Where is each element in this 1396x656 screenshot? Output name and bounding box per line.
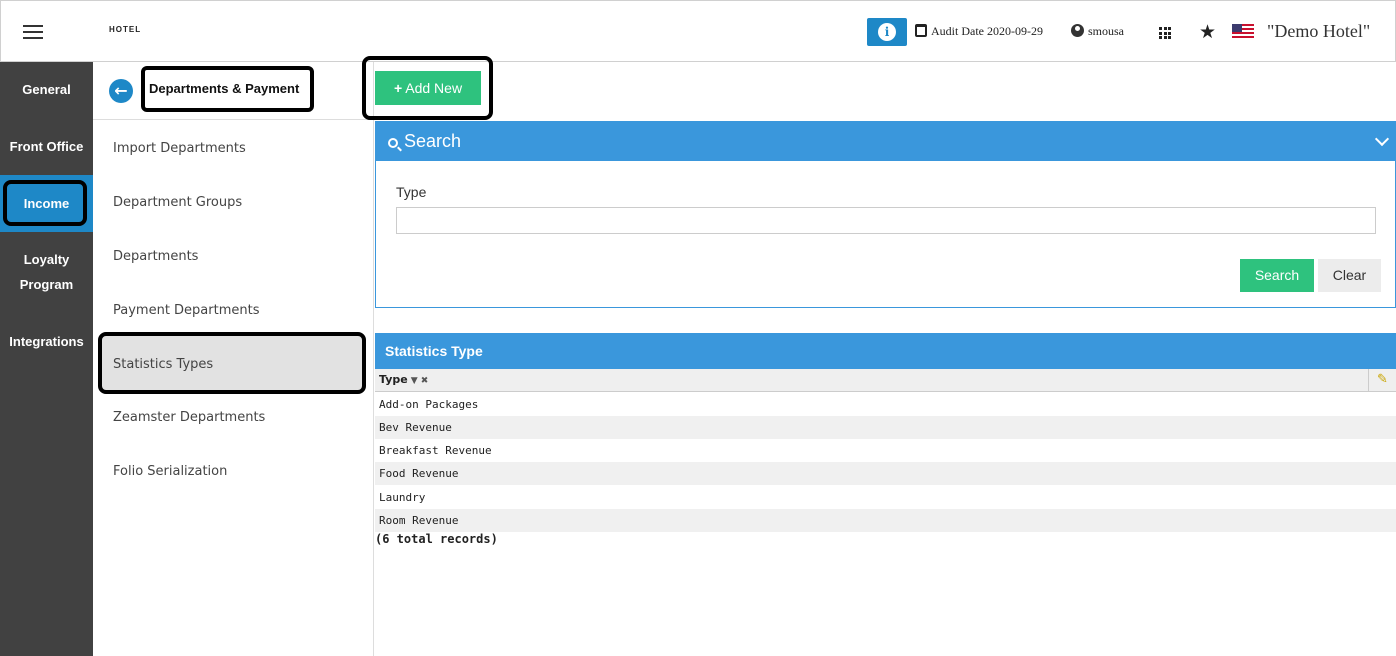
info-icon: i: [878, 23, 896, 41]
hotel-name[interactable]: "Demo Hotel": [1267, 21, 1370, 42]
submenu-panel: ← Departments & Payment Import Departmen…: [93, 62, 374, 656]
top-bar: HOTEL i Audit Date 2020-09-29 smousa ★ "…: [0, 0, 1396, 62]
submenu-item-import-departments[interactable]: Import Departments: [113, 141, 246, 156]
main-sidebar: General Front Office Income Loyalty Prog…: [0, 62, 93, 656]
favorites-star-icon[interactable]: ★: [1199, 21, 1216, 43]
submenu-item-department-groups[interactable]: Department Groups: [113, 195, 242, 210]
add-new-label: Add New: [405, 80, 463, 96]
user-menu[interactable]: smousa: [1071, 24, 1124, 39]
submenu-item-folio-serialization[interactable]: Folio Serialization: [113, 464, 227, 479]
table-row[interactable]: Bev Revenue: [375, 416, 1396, 439]
sidebar-item-general[interactable]: General: [0, 77, 93, 102]
submenu-item-statistics-types[interactable]: Statistics Types: [113, 357, 213, 372]
clear-button[interactable]: Clear: [1318, 259, 1381, 292]
submenu-title: Departments & Payment: [149, 81, 300, 96]
total-records: (6 total records): [375, 532, 498, 546]
table-row[interactable]: Food Revenue: [375, 462, 1396, 485]
apps-grid-icon[interactable]: [1159, 27, 1171, 39]
sort-filter-icon[interactable]: ▼ ✖: [411, 376, 429, 386]
edit-pencil-icon[interactable]: ✎: [1368, 369, 1396, 391]
sidebar-item-front-office[interactable]: Front Office: [0, 134, 93, 159]
us-flag-icon[interactable]: [1232, 24, 1254, 39]
table-row[interactable]: Laundry: [375, 486, 1396, 509]
submenu-item-payment-departments[interactable]: Payment Departments: [113, 303, 260, 318]
search-panel-header[interactable]: Search: [376, 122, 1396, 161]
info-button[interactable]: i: [867, 18, 907, 46]
username-label: smousa: [1088, 24, 1124, 38]
audit-date-label: Audit Date 2020-09-29: [931, 24, 1043, 38]
calendar-icon: [915, 24, 927, 37]
table-row[interactable]: Room Revenue: [375, 509, 1396, 532]
table-row[interactable]: Add-on Packages: [375, 393, 1396, 416]
plus-icon: +: [393, 80, 403, 96]
search-panel: Search Type Search Clear: [375, 121, 1396, 308]
statistics-type-header: Statistics Type: [375, 333, 1396, 369]
sidebar-item-integrations[interactable]: Integrations: [0, 329, 93, 354]
type-column-header[interactable]: Type ▼ ✖ ✎: [375, 369, 1396, 392]
audit-date: Audit Date 2020-09-29: [915, 24, 1043, 39]
back-arrow-icon[interactable]: ←: [109, 79, 133, 103]
hamburger-menu-icon[interactable]: [23, 25, 43, 41]
user-icon: [1071, 24, 1084, 37]
hotel-logo: HOTEL: [109, 25, 142, 34]
search-icon: [388, 138, 398, 148]
sidebar-item-income[interactable]: Income: [0, 191, 93, 216]
submenu-item-departments[interactable]: Departments: [113, 249, 198, 264]
search-title: Search: [404, 131, 462, 151]
chevron-down-icon[interactable]: [1374, 131, 1390, 147]
table-row[interactable]: Breakfast Revenue: [375, 439, 1396, 462]
type-label: Type: [396, 184, 427, 200]
submenu-item-zeamster-departments[interactable]: Zeamster Departments: [113, 410, 265, 425]
submenu-header: ← Departments & Payment: [93, 62, 374, 120]
type-input[interactable]: [396, 207, 1376, 234]
add-new-button[interactable]: + Add New: [375, 71, 481, 105]
search-button[interactable]: Search: [1240, 259, 1314, 292]
type-column-label: Type: [379, 373, 408, 386]
sidebar-item-loyalty-program[interactable]: Loyalty Program: [0, 247, 93, 297]
